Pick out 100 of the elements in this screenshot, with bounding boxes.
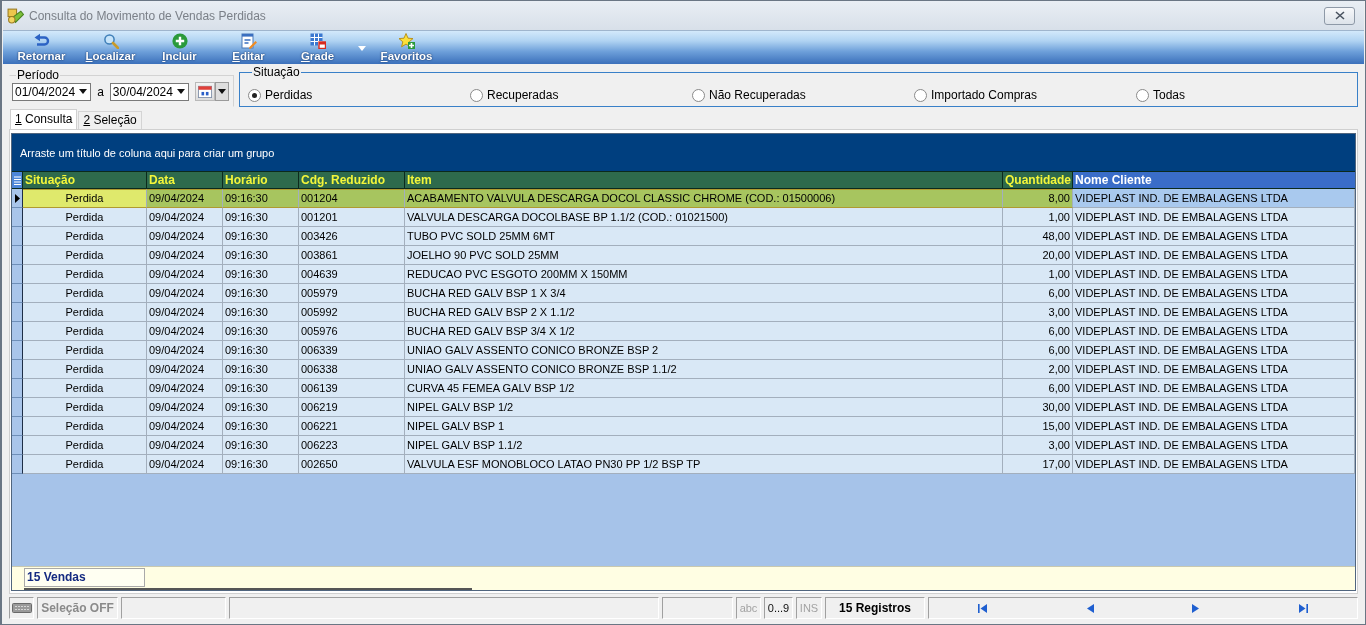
table-row[interactable]: Perdida 09/04/2024 09:16:30 005979 BUCHA RED GALV BSP 1 X 3/4 6,00 VIDEPLAST IND. DE EMBALAGENS LTDA	[12, 284, 1355, 303]
selection-status: Seleção OFF	[37, 597, 118, 619]
radio-label[interactable]: Não Recuperadas	[709, 88, 806, 102]
tab[interactable]: 1 Consulta	[10, 109, 78, 129]
radio-label[interactable]: Recuperadas	[487, 88, 559, 102]
radio-button[interactable]	[914, 88, 927, 102]
row-indicator[interactable]	[12, 208, 23, 227]
last-record-icon	[1299, 603, 1308, 613]
row-indicator[interactable]	[12, 398, 23, 417]
radio-button[interactable]	[248, 88, 261, 102]
date-field[interactable]: 01/04/2024	[12, 82, 92, 101]
row-indicator[interactable]	[12, 417, 23, 436]
group-label: Situação	[252, 66, 301, 78]
caret-icon	[177, 89, 185, 94]
previous-record-icon	[1085, 603, 1094, 613]
status-bar-panel	[662, 597, 733, 619]
table-row[interactable]: Perdida 09/04/2024 09:16:30 001201 VALVULA DESCARGA DOCOLBASE BP 1.1/2 (COD.: 01021500) 1,00 VIDEPLAST IND. DE EMBALAGENS LTDA	[12, 208, 1355, 227]
table-cell: 09:16:30	[223, 455, 299, 474]
table-cell: 001204	[299, 189, 405, 208]
table-row[interactable]: Perdida 09/04/2024 09:16:30 004639 REDUCAO PVC ESGOTO 200MM X 150MM 1,00 VIDEPLAST IND. DE EMBALAGENS LTDA	[12, 265, 1355, 284]
row-indicator[interactable]	[12, 284, 23, 303]
radio-label[interactable]: Importado Compras	[931, 88, 1038, 102]
table-cell: 09:16:30	[223, 189, 299, 208]
calendar-button[interactable]	[195, 82, 215, 101]
status-indicator: INS	[796, 597, 822, 619]
column-header[interactable]: Horário	[223, 172, 299, 188]
table-cell: ACABAMENTO VALVULA DESCARGA DOCOL CLASSIC CHROME (COD.: 01500006)	[405, 189, 1003, 208]
table-cell: VIDEPLAST IND. DE EMBALAGENS LTDA	[1073, 455, 1355, 474]
row-indicator[interactable]	[12, 455, 23, 474]
caret-icon	[358, 46, 366, 51]
plus-circle-icon	[171, 33, 188, 49]
row-indicator[interactable]	[12, 341, 23, 360]
date-field[interactable]: 30/04/2024	[109, 82, 189, 101]
calendar-icon	[197, 85, 212, 98]
table-row[interactable]: Perdida 09/04/2024 09:16:30 005992 BUCHA RED GALV BSP 2 X 1.1/2 3,00 VIDEPLAST IND. DE EMBALAGENS LTDA	[12, 303, 1355, 322]
table-cell: Perdida	[23, 455, 147, 474]
return-arrow-icon	[33, 33, 50, 49]
table-row[interactable]: Perdida 09/04/2024 09:16:30 002650 VALVULA ESF MONOBLOCO LATAO PN30 PP 1/2 BSP TP 17,00 VIDEPLAST IND. DE EMBALAGENS LTDA	[12, 455, 1355, 474]
column-header[interactable]: Cdg. Reduzido	[299, 172, 405, 188]
row-indicator[interactable]	[12, 227, 23, 246]
record-count: 15 Registros	[825, 597, 925, 619]
row-pointer-icon	[14, 193, 20, 203]
column-header[interactable]: Nome Cliente	[1073, 172, 1355, 188]
table-row[interactable]: Perdida 09/04/2024 09:16:30 006219 NIPEL GALV BSP 1/2 30,00 VIDEPLAST IND. DE EMBALAGENS LTDA	[12, 398, 1355, 417]
status-indicator: abc	[736, 597, 761, 619]
table-row[interactable]: Perdida 09/04/2024 09:16:30 006223 NIPEL GALV BSP 1.1/2 3,00 VIDEPLAST IND. DE EMBALAGENS LTDA	[12, 436, 1355, 455]
radio-label[interactable]: Todas	[1153, 88, 1186, 102]
table-cell: 09/04/2024	[147, 189, 223, 208]
row-indicator[interactable]	[12, 303, 23, 322]
group-label: Período	[16, 69, 61, 81]
footer-summary: 15 Vendas	[24, 568, 145, 587]
table-row[interactable]: Perdida 09/04/2024 09:16:30 006338 UNIAO GALV ASSENTO CONICO BRONZE BSP 1.1/2 2,00 VIDEPLAST IND. DE EMBALAGENS LTDA	[12, 360, 1355, 379]
caret-icon	[217, 89, 226, 94]
row-indicator[interactable]	[12, 246, 23, 265]
toolbar-button[interactable]: Favoritos	[372, 31, 441, 64]
status-indicator: 0...9	[764, 597, 793, 619]
table-row[interactable]: Perdida 09/04/2024 09:16:30 006139 CURVA 45 FEMEA GALV BSP 1/2 6,00 VIDEPLAST IND. DE EMBALAGENS LTDA	[12, 379, 1355, 398]
radio-label[interactable]: Perdidas	[265, 88, 313, 102]
radio-button[interactable]	[470, 88, 483, 102]
table-row[interactable]: Perdida 09/04/2024 09:16:30 003861 JOELHO 90 PVC SOLD 25MM 20,00 VIDEPLAST IND. DE EMBALAGENS LTDA	[12, 246, 1355, 265]
table-row[interactable]: Perdida 09/04/2024 09:16:30 003426 TUBO PVC SOLD 25MM 6MT 48,00 VIDEPLAST IND. DE EMBALAGENS LTDA	[12, 227, 1355, 246]
group-by-hint: Arraste um título de coluna aqui para criar um grupo	[20, 146, 275, 159]
list-icon	[13, 175, 21, 185]
table-cell: 002650	[299, 455, 405, 474]
radio-button[interactable]	[1136, 88, 1149, 102]
caret-icon	[79, 89, 88, 94]
table-cell: VIDEPLAST IND. DE EMBALAGENS LTDA	[1073, 189, 1355, 208]
range-separator: a	[97, 84, 104, 99]
radio-button[interactable]	[692, 88, 705, 102]
table-row[interactable]: Perdida 09/04/2024 09:16:30 006221 NIPEL GALV BSP 1 15,00 VIDEPLAST IND. DE EMBALAGENS LTDA	[12, 417, 1355, 436]
table-cell: 8,00	[1003, 189, 1073, 208]
row-indicator[interactable]	[12, 436, 23, 455]
row-indicator[interactable]	[12, 265, 23, 284]
grid-icon	[309, 33, 326, 49]
column-chooser-button[interactable]	[12, 172, 23, 188]
table-row[interactable]: Perdida 09/04/2024 09:16:30 005976 BUCHA RED GALV BSP 3/4 X 1/2 6,00 VIDEPLAST IND. DE EMBALAGENS LTDA	[12, 322, 1355, 341]
table-cell: 17,00	[1003, 455, 1073, 474]
row-indicator[interactable]	[12, 189, 23, 208]
table-cell: VALVULA ESF MONOBLOCO LATAO PN30 PP 1/2 BSP TP	[405, 455, 1003, 474]
tab[interactable]: 2 Seleção	[78, 111, 142, 129]
app-icon	[7, 7, 24, 24]
close-icon	[1334, 11, 1345, 20]
table-cell: Perdida	[23, 189, 147, 208]
close-button[interactable]	[1324, 6, 1355, 25]
table-cell: 09/04/2024	[147, 455, 223, 474]
table-row[interactable]: Perdida 09/04/2024 09:16:30 006339 UNIAO GALV ASSENTO CONICO BRONZE BSP 2 6,00 VIDEPLAST IND. DE EMBALAGENS LTDA	[12, 341, 1355, 360]
row-indicator[interactable]	[12, 360, 23, 379]
next-record-icon	[1192, 603, 1201, 613]
search-icon	[102, 33, 119, 49]
star-plus-icon	[398, 33, 415, 49]
document-pencil-icon	[240, 33, 257, 49]
window-title: Consulta do Movimento de Vendas Perdidas	[29, 8, 267, 23]
row-indicator[interactable]	[12, 379, 23, 398]
first-record-icon	[978, 603, 987, 613]
row-indicator[interactable]	[12, 322, 23, 341]
column-header[interactable]: Item	[405, 172, 1003, 188]
table-row[interactable]: Perdida 09/04/2024 09:16:30 001204 ACABAMENTO VALVULA DESCARGA DOCOL CLASSIC CHROME (COD.: 01500006) 8,00 VIDEPLAST IND. DE EMBALAGENS LTDA	[12, 189, 1355, 208]
column-header[interactable]: Data	[147, 172, 223, 188]
toolbar-button[interactable]: Localizar	[76, 31, 145, 64]
column-header[interactable]: Situação	[23, 172, 147, 188]
